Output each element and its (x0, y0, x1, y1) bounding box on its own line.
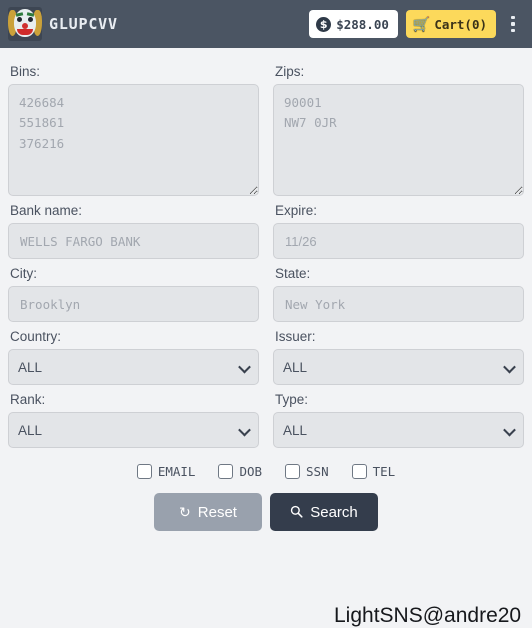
checkbox-box[interactable] (136, 464, 152, 479)
city-label: City: (10, 266, 37, 281)
country-select[interactable]: ALL (8, 349, 259, 385)
search-form: Bins: Zips: Bank name: Expire: City: Sta… (0, 48, 532, 531)
balance-badge[interactable]: $ $288.00 (309, 10, 398, 38)
issuer-label: Issuer: (275, 329, 316, 344)
field-issuer: Issuer: ALL (273, 322, 524, 385)
field-bins: Bins: (8, 57, 259, 196)
form-actions: ↻ Reset Search (8, 493, 524, 531)
checkbox-dob[interactable]: DOB (218, 464, 262, 479)
row-bank-expire: Bank name: Expire: (8, 196, 524, 259)
expire-label: Expire: (275, 203, 318, 218)
checkbox-ssn[interactable]: SSN (285, 464, 329, 479)
field-bank-name: Bank name: (8, 196, 259, 259)
brand-name: GLUPCVV (49, 15, 118, 33)
field-type: Type: ALL (273, 385, 524, 448)
filter-checkbox-group: EMAIL DOB SSN TEL (8, 464, 524, 479)
expire-input[interactable] (273, 223, 524, 259)
row-city-state: City: State: (8, 259, 524, 322)
kebab-menu-icon[interactable] (504, 12, 522, 37)
bins-label: Bins: (10, 64, 41, 79)
reset-button-label: Reset (197, 503, 237, 521)
app-header: GLUPCVV $ $288.00 🛒 Cart(0) (0, 0, 532, 48)
reset-button[interactable]: ↻ Reset (154, 493, 262, 531)
search-icon (290, 505, 303, 520)
shopping-cart-icon: 🛒 (412, 16, 431, 32)
state-label: State: (275, 266, 311, 281)
bins-textarea[interactable] (8, 84, 259, 196)
rank-label: Rank: (10, 392, 46, 407)
bank-name-label: Bank name: (10, 203, 83, 218)
checkbox-box[interactable] (218, 464, 234, 479)
refresh-icon: ↻ (179, 504, 191, 520)
checkbox-label: DOB (239, 464, 263, 479)
cart-label: Cart(0) (434, 16, 487, 32)
cart-button[interactable]: 🛒 Cart(0) (405, 10, 496, 38)
field-expire: Expire: (273, 196, 524, 259)
row-bins-zips: Bins: Zips: (8, 57, 524, 196)
zips-textarea[interactable] (273, 84, 524, 196)
country-label: Country: (10, 329, 62, 344)
rank-select[interactable]: ALL (8, 412, 259, 448)
state-input[interactable] (273, 286, 524, 322)
type-select[interactable]: ALL (273, 412, 524, 448)
balance-amount: $288.00 (336, 16, 389, 32)
bank-name-input[interactable] (8, 223, 259, 259)
checkbox-label: EMAIL (157, 464, 196, 479)
field-city: City: (8, 259, 259, 322)
dollar-coin-icon: $ (316, 16, 332, 32)
search-button[interactable]: Search (270, 493, 378, 531)
field-zips: Zips: (273, 57, 524, 196)
checkbox-email[interactable]: EMAIL (136, 464, 196, 479)
row-rank-type: Rank: ALL Type: ALL (8, 385, 524, 448)
checkbox-label: TEL (372, 464, 396, 479)
field-state: State: (273, 259, 524, 322)
city-input[interactable] (8, 286, 259, 322)
checkbox-label: SSN (306, 464, 329, 479)
checkbox-tel[interactable]: TEL (351, 464, 396, 479)
watermark: LightSNS@andre20 (334, 604, 522, 627)
brand[interactable]: GLUPCVV (8, 7, 118, 41)
field-country: Country: ALL (8, 322, 259, 385)
clown-avatar-icon (8, 7, 42, 41)
header-actions: $ $288.00 🛒 Cart(0) (309, 10, 522, 38)
issuer-select[interactable]: ALL (273, 349, 524, 385)
search-button-label: Search (310, 503, 358, 521)
checkbox-box[interactable] (351, 464, 367, 479)
field-rank: Rank: ALL (8, 385, 259, 448)
zips-label: Zips: (275, 64, 305, 79)
row-country-issuer: Country: ALL Issuer: ALL (8, 322, 524, 385)
checkbox-box[interactable] (285, 464, 301, 479)
type-label: Type: (275, 392, 309, 407)
